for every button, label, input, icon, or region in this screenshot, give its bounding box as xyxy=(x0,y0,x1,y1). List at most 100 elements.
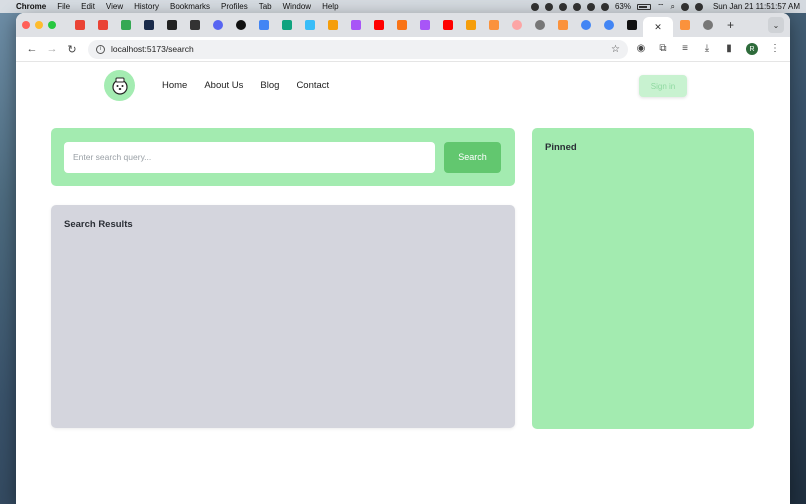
address-bar[interactable]: i localhost:5173/search ☆ xyxy=(88,39,628,59)
site-icon xyxy=(281,20,292,30)
bluetooth-icon[interactable] xyxy=(600,2,609,11)
menu-bookmarks[interactable]: Bookmarks xyxy=(170,2,210,11)
search-icon[interactable]: ⌕ xyxy=(670,2,674,12)
zoom-window-button[interactable] xyxy=(48,21,56,29)
menu-file[interactable]: File xyxy=(57,2,70,11)
tab[interactable] xyxy=(183,16,206,34)
tab[interactable] xyxy=(321,16,344,34)
tab[interactable] xyxy=(206,16,229,34)
battery-icon[interactable] xyxy=(636,3,651,10)
site-icon xyxy=(327,20,338,30)
control-center-icon[interactable] xyxy=(680,2,689,11)
tab[interactable] xyxy=(275,16,298,34)
tab-active[interactable]: ✕ xyxy=(643,17,673,37)
extension-icon[interactable]: ◉ xyxy=(636,44,646,54)
tab[interactable] xyxy=(551,16,574,34)
close-tab-icon[interactable]: ✕ xyxy=(654,22,662,33)
bookmark-star-icon[interactable]: ☆ xyxy=(611,44,620,55)
docs-icon xyxy=(258,20,269,30)
menu-window[interactable]: Window xyxy=(283,2,311,11)
tab[interactable] xyxy=(137,16,160,34)
tab[interactable] xyxy=(620,16,643,34)
tab-gmail[interactable] xyxy=(68,16,91,34)
site-icon xyxy=(166,20,177,30)
tab[interactable] xyxy=(505,16,528,34)
globe-icon xyxy=(534,20,545,30)
status-icon[interactable] xyxy=(572,2,581,11)
youtube-icon xyxy=(442,20,453,30)
tab-youtube[interactable] xyxy=(367,16,390,34)
drive-icon xyxy=(120,20,131,30)
youtube-icon xyxy=(373,20,384,30)
site-logo[interactable] xyxy=(104,70,135,101)
pinned-panel: Pinned xyxy=(532,128,754,429)
menu-history[interactable]: History xyxy=(134,2,159,11)
close-window-button[interactable] xyxy=(22,21,30,29)
site-icon xyxy=(557,20,568,30)
search-panel: Search xyxy=(51,128,515,186)
more-menu-icon[interactable]: ⋮ xyxy=(770,44,780,54)
site-info-icon[interactable]: i xyxy=(96,44,105,54)
tab[interactable] xyxy=(482,16,505,34)
tab[interactable] xyxy=(298,16,321,34)
menubar-clock[interactable]: Sun Jan 21 11:51:57 AM xyxy=(713,2,800,11)
menu-view[interactable]: View xyxy=(106,2,123,11)
site-icon xyxy=(419,20,430,30)
tab-strip: ✕ + ⌄ xyxy=(16,13,790,37)
tab-google[interactable] xyxy=(597,16,620,34)
nav-about-us[interactable]: About Us xyxy=(204,80,243,91)
profile-avatar[interactable]: R xyxy=(746,43,758,55)
status-icon[interactable] xyxy=(544,2,553,11)
tab-github[interactable] xyxy=(229,16,252,34)
tab[interactable] xyxy=(160,16,183,34)
nav-home[interactable]: Home xyxy=(162,80,187,91)
sign-in-button[interactable]: Sign in xyxy=(639,75,687,97)
tab-gmail[interactable] xyxy=(91,16,114,34)
site-icon xyxy=(488,20,499,30)
tab[interactable] xyxy=(390,16,413,34)
macos-menubar: Chrome File Edit View History Bookmarks … xyxy=(0,0,806,13)
extensions-puzzle-icon[interactable]: ⧉ xyxy=(658,44,668,54)
nav-contact[interactable]: Contact xyxy=(296,80,329,91)
site-icon xyxy=(396,20,407,30)
google-icon xyxy=(603,20,614,30)
tab[interactable] xyxy=(344,16,367,34)
tab-drive[interactable] xyxy=(114,16,137,34)
back-button[interactable]: ← xyxy=(22,43,42,55)
menu-profiles[interactable]: Profiles xyxy=(221,2,248,11)
status-icon[interactable] xyxy=(558,2,567,11)
minimize-window-button[interactable] xyxy=(35,21,43,29)
tab[interactable] xyxy=(673,16,696,34)
status-icon[interactable] xyxy=(530,2,539,11)
menu-tab[interactable]: Tab xyxy=(259,2,272,11)
new-tab-button[interactable]: + xyxy=(727,18,734,32)
nav-blog[interactable]: Blog xyxy=(260,80,279,91)
tab[interactable] xyxy=(696,16,719,34)
status-icon[interactable] xyxy=(586,2,595,11)
siri-icon[interactable] xyxy=(694,2,703,11)
battery-percent: 63% xyxy=(614,2,631,11)
menu-help[interactable]: Help xyxy=(322,2,338,11)
tab-youtube[interactable] xyxy=(436,16,459,34)
tab-google[interactable] xyxy=(574,16,597,34)
wifi-icon[interactable]: ⌔ xyxy=(657,2,665,12)
chevron-down-icon: ⌄ xyxy=(772,20,780,30)
window-controls xyxy=(22,21,56,29)
url-text[interactable]: localhost:5173/search xyxy=(111,44,194,54)
side-panel-icon[interactable]: ▮ xyxy=(724,44,734,54)
download-icon[interactable]: ⤓ xyxy=(702,44,712,54)
search-button[interactable]: Search xyxy=(444,141,501,173)
tab-search-button[interactable]: ⌄ xyxy=(768,17,784,33)
tab[interactable] xyxy=(528,16,551,34)
menu-edit[interactable]: Edit xyxy=(81,2,95,11)
reload-button[interactable]: ↻ xyxy=(62,43,82,56)
menu-app-name[interactable]: Chrome xyxy=(16,2,46,11)
search-input[interactable] xyxy=(64,141,435,173)
tab[interactable] xyxy=(413,16,436,34)
media-controls-icon[interactable]: ≡ xyxy=(680,44,690,54)
site-icon xyxy=(189,20,200,30)
tab-docs[interactable] xyxy=(252,16,275,34)
tab[interactable] xyxy=(459,16,482,34)
forward-button[interactable]: → xyxy=(42,43,62,55)
toolbar-actions: ◉ ⧉ ≡ ⤓ ▮ R ⋮ xyxy=(636,43,784,55)
